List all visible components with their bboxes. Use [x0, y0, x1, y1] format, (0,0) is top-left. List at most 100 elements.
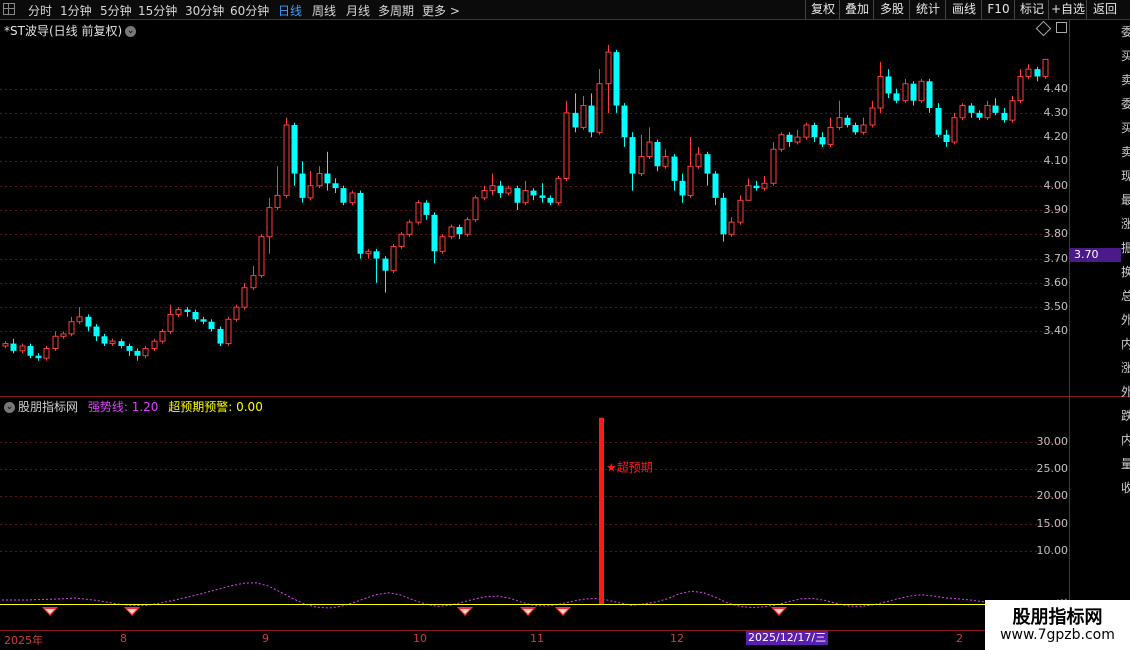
candle-body-down [629, 137, 636, 174]
candle-body-down [192, 312, 199, 320]
candle-body-down [885, 76, 892, 94]
candle-body-up [175, 309, 182, 315]
candle-body-up [159, 330, 166, 342]
kline-chart: ★超预期 [0, 44, 1069, 616]
indicator-title: ⌄ 股朋指标网 强势线: 1.20 超预期预警: 0.00 [4, 398, 263, 415]
candle-body-up [109, 340, 116, 345]
candle-body-down [852, 125, 859, 133]
candle-body-down [819, 137, 826, 145]
candle-body-down [101, 336, 108, 344]
candle-body-down [208, 321, 215, 329]
candle-body-down [712, 173, 719, 198]
candle-body-up [745, 185, 752, 201]
candle-body-up [43, 347, 50, 359]
candle-body-down [893, 93, 900, 101]
price-tick: 3.90 [1043, 203, 1069, 216]
candle-body-down [547, 197, 554, 203]
candle-body-up [19, 345, 26, 352]
indicator-tick: 25.00 [1036, 462, 1069, 476]
date-cursor-label: 2025/12/17/三 [746, 631, 829, 645]
candle-body-up [1017, 75, 1024, 102]
candle-body-up [728, 221, 735, 235]
candle-body-down [373, 251, 380, 259]
candle-body-down [1034, 69, 1041, 77]
price-tick: 3.40 [1043, 324, 1069, 338]
candle-body-down [299, 173, 306, 198]
toolbar-button[interactable]: 返回 [1086, 0, 1123, 19]
candle-body-down [382, 258, 389, 271]
candle-body-up [349, 192, 356, 204]
candle-body-up [860, 124, 867, 133]
candle-body-up [959, 105, 966, 119]
candle-body-up [472, 197, 479, 221]
candle-body-down [572, 112, 579, 128]
x-tick-label: 2025年 [4, 634, 43, 647]
candle-body-down [976, 112, 983, 118]
price-tick: 4.10 [1043, 154, 1069, 168]
candle-body-down [968, 105, 975, 113]
candle-body-down [588, 105, 595, 133]
candle-body-down [613, 52, 620, 106]
candle-body-up [827, 126, 834, 145]
candle-body-up [877, 75, 884, 109]
indicator-menu-icon[interactable]: ⌄ [4, 402, 15, 413]
y-axis-divider [1069, 20, 1070, 630]
x-tick-label: 2 [956, 632, 963, 645]
candle-body-up [60, 333, 67, 337]
candle-body-up [464, 219, 471, 235]
candle-body-up [2, 343, 9, 347]
x-tick-label: 10 [413, 632, 427, 645]
candle-body-down [704, 154, 711, 174]
x-tick-label: 8 [120, 632, 127, 645]
candle-body-up [918, 80, 925, 102]
candle-body-up [984, 105, 991, 119]
candle-body-up [151, 340, 158, 349]
candle-body-down [93, 326, 100, 337]
candle-body-up [406, 221, 413, 235]
x-tick-label: 11 [530, 632, 544, 645]
x-axis: 2025年 8 9 10 11 12 2 [0, 630, 1070, 647]
candle-body-up [76, 316, 83, 323]
candle-body-up [283, 124, 290, 196]
candle-body-up [316, 173, 323, 187]
candle-body-down [456, 227, 463, 235]
indicator-tick: 15.00 [1036, 516, 1069, 530]
candle-body-up [481, 190, 488, 199]
side-info-strip: 委买卖委买卖现最涨振换总外内涨外跌内量收 [1121, 25, 1130, 495]
panel-separator [0, 396, 1130, 397]
candle-body-up [902, 83, 909, 102]
x-tick-label: 9 [262, 632, 269, 645]
candle-body-down [134, 350, 141, 356]
candle-body-down [497, 185, 504, 193]
candle-body-down [27, 346, 34, 356]
candle-body-up [662, 156, 669, 167]
candle-body-up [761, 182, 768, 189]
price-tick: 3.80 [1043, 227, 1069, 241]
strong-line-label: 强势线: 1.20 [87, 400, 159, 414]
indicator-name: 股朋指标网 [18, 400, 79, 414]
candle-body-up [836, 117, 843, 128]
candle-body-up [489, 185, 496, 192]
candle-body-up [687, 165, 694, 196]
alert-line-label: 超预期预警: 0.00 [168, 400, 263, 414]
candle-body-down [530, 190, 537, 196]
candle-body-down [332, 183, 339, 189]
candle-body-down [35, 355, 42, 359]
candle-body-up [1009, 100, 1016, 121]
candle-body-down [291, 125, 298, 174]
candle-body-up [415, 202, 422, 223]
candle-body-up [778, 134, 785, 150]
candle-body-up [167, 313, 174, 332]
candle-body-up [563, 112, 570, 179]
candle-body-up [448, 226, 455, 238]
candle-body-up [274, 194, 281, 209]
candle-body-up [1042, 58, 1049, 77]
price-tick: 4.20 [1043, 130, 1069, 144]
price-tick: 3.60 [1043, 275, 1069, 289]
candle-body-up [398, 233, 405, 247]
candle-body-down [844, 117, 851, 125]
candle-body-down [811, 125, 818, 138]
candle-body-up [605, 51, 612, 85]
candle-body-up [646, 141, 653, 158]
candle-body-up [233, 306, 240, 320]
